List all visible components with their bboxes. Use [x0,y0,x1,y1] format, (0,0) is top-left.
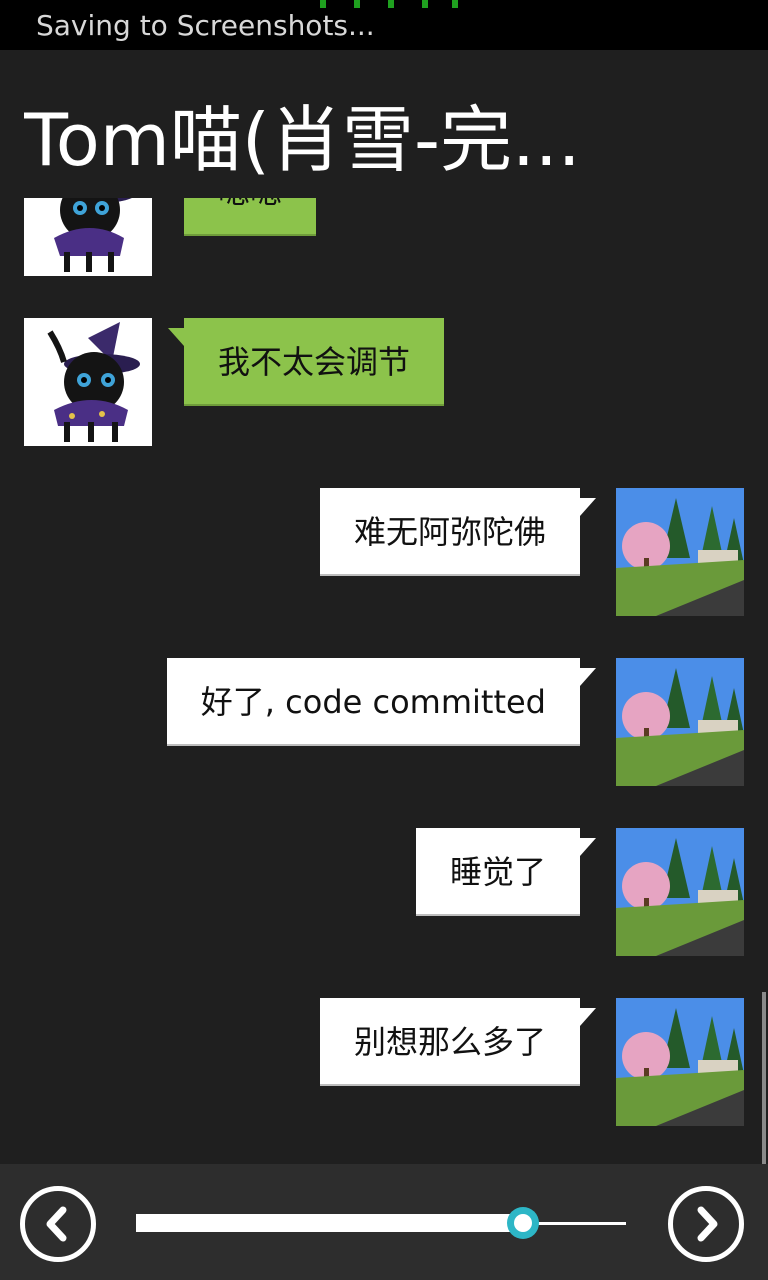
next-button[interactable] [668,1186,744,1262]
slider-fill [136,1214,523,1232]
my-avatar[interactable] [616,488,744,616]
my-avatar[interactable] [616,658,744,786]
outgoing-message-bubble[interactable]: 别想那么多了 [319,998,597,1086]
chevron-left-icon [46,1206,67,1242]
conversation-title: Tom喵(肖雪-完... [24,98,581,182]
my-avatar[interactable] [616,828,744,956]
outgoing-message-bubble[interactable]: 好了, code committed [166,658,597,746]
chevron-right-icon [697,1206,718,1242]
signal-activity-indicator [320,0,460,8]
status-message: Saving to Screenshots... [36,9,375,42]
my-avatar[interactable] [616,998,744,1126]
slider-thumb[interactable] [507,1207,539,1239]
outgoing-message-bubble[interactable]: 睡觉了 [415,828,597,916]
previous-button[interactable] [20,1186,96,1262]
history-slider[interactable] [136,1207,626,1239]
incoming-message-bubble[interactable]: 我不太会调节 [167,318,445,406]
incoming-message-bubble[interactable]: 嗯嗯 [184,198,317,236]
scroll-indicator[interactable] [762,992,766,1164]
contact-avatar[interactable] [24,198,152,276]
status-bar: Saving to Screenshots... [0,0,768,50]
outgoing-message-bubble[interactable]: 难无阿弥陀佛 [319,488,597,576]
contact-avatar[interactable] [24,318,152,446]
chat-message-list[interactable]: 嗯嗯 我不太会调节 难无阿弥陀佛 [0,198,768,1164]
bottom-app-bar [0,1164,768,1280]
